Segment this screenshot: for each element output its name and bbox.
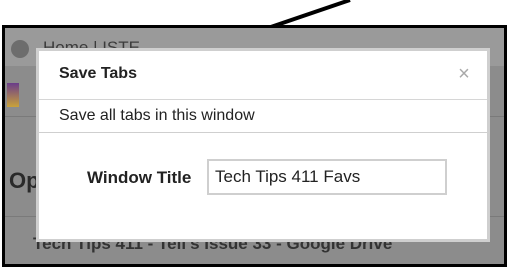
dialog-header: Save Tabs × bbox=[39, 51, 487, 100]
dialog-description: Save all tabs in this window bbox=[59, 107, 255, 124]
dialog-body: Window Title bbox=[39, 133, 487, 239]
page-favicon-icon bbox=[11, 40, 29, 58]
window-title-input[interactable] bbox=[207, 159, 447, 195]
close-icon[interactable]: × bbox=[453, 63, 475, 85]
extension-icon bbox=[7, 83, 19, 107]
window-title-label: Window Title bbox=[87, 168, 192, 187]
background-heading: Op bbox=[9, 168, 40, 193]
dialog-subheader: Save all tabs in this window bbox=[39, 100, 487, 133]
dialog-title: Save Tabs bbox=[59, 65, 137, 82]
save-tabs-dialog: Save Tabs × Save all tabs in this window… bbox=[36, 48, 490, 242]
